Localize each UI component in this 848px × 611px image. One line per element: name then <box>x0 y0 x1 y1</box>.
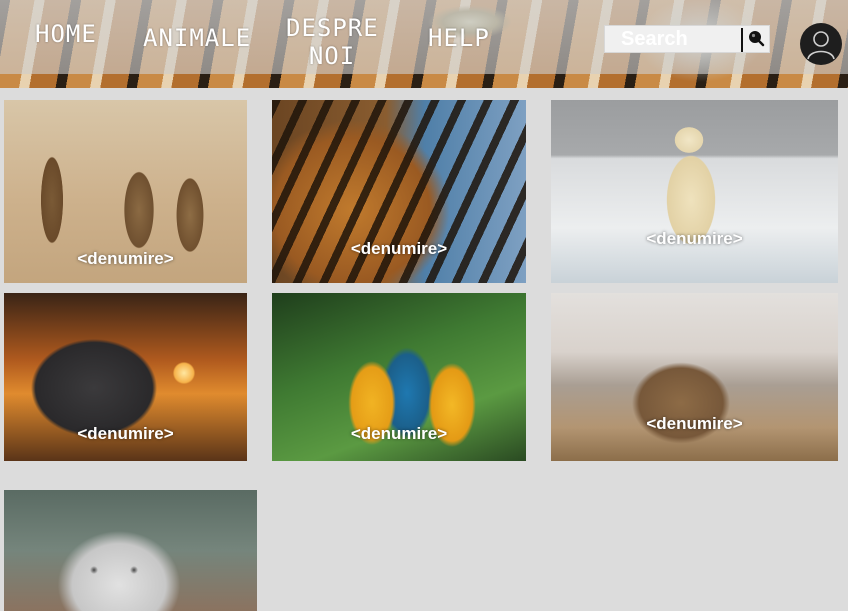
search-input[interactable] <box>605 26 741 52</box>
animal-card-caption: <denumire> <box>77 424 174 443</box>
user-icon <box>807 31 835 60</box>
nav-animale-link[interactable]: ANIMALE <box>143 24 251 52</box>
animal-card-rhino[interactable]: <denumire> <box>4 293 247 461</box>
animal-card-macaws[interactable]: <denumire> <box>272 293 526 461</box>
animal-card-monkeys[interactable]: <denumire> <box>551 293 838 461</box>
search-box: .search input::placeholder{color:#ffffff… <box>604 25 770 53</box>
animal-card-caption: <denumire> <box>646 414 743 433</box>
animal-card-snow-leopard[interactable] <box>4 490 257 611</box>
nav-help-link[interactable]: HELP <box>428 24 490 52</box>
animal-card-caption: <denumire> <box>350 239 448 258</box>
animal-card-caption: <denumire> <box>77 249 174 268</box>
search-icon <box>749 31 765 47</box>
nav-despre-noi-line1: DESPRE <box>286 14 379 42</box>
nav-home-link[interactable]: HOME <box>35 20 97 48</box>
nav-despre-noi-link[interactable]: DESPRE NOI <box>286 14 378 70</box>
animal-card-meerkats[interactable]: <denumire> <box>4 100 247 283</box>
animal-card-caption: <denumire> <box>646 229 743 248</box>
animal-card-polar-bear[interactable]: <denumire> <box>551 100 838 283</box>
search-divider <box>741 28 743 52</box>
animal-card-tiger[interactable]: <denumire> <box>272 100 526 283</box>
nav-despre-noi-line2: NOI <box>308 42 356 70</box>
user-avatar-button[interactable] <box>800 23 842 65</box>
search-button[interactable] <box>746 29 766 49</box>
header-banner: HOME ANIMALE DESPRE NOI HELP .search inp… <box>0 0 848 88</box>
animal-card-caption: <denumire> <box>350 424 448 443</box>
